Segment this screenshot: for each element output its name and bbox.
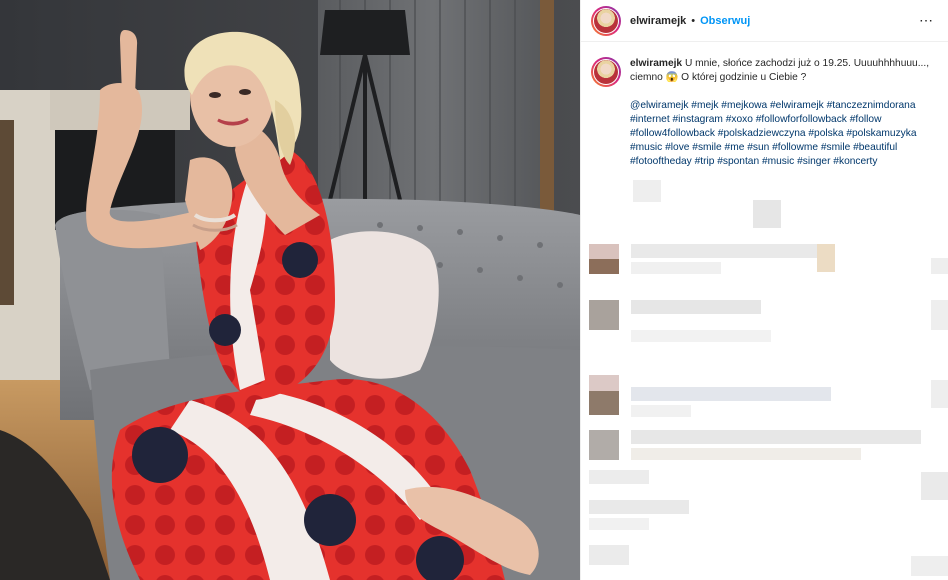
blurred-avatar	[589, 430, 619, 460]
caption-avatar-border	[593, 59, 619, 85]
header-username[interactable]: elwiramejk	[630, 15, 686, 27]
blurred-comment	[631, 262, 721, 274]
blurred-block	[931, 300, 948, 330]
blurred-comment	[589, 518, 649, 530]
blurred-block	[931, 258, 948, 274]
avatar[interactable]	[591, 5, 621, 36]
blurred-comment	[631, 244, 831, 258]
caption: elwiramejk U mnie, słońce zachodzi już o…	[581, 42, 948, 169]
blurred-avatar	[589, 244, 619, 274]
blurred-comment	[631, 448, 861, 460]
blurred-comment	[589, 470, 649, 484]
caption-hashtags[interactable]: @elwiramejk #mejk #mejkowa #elwiramejk #…	[630, 99, 930, 169]
more-options-icon[interactable]: ⋯	[915, 12, 938, 29]
blurred-block	[911, 556, 948, 576]
blurred-comment	[631, 405, 691, 417]
blurred-block	[753, 200, 781, 228]
blurred-comment	[631, 387, 831, 401]
post-photo[interactable]	[0, 0, 580, 580]
blurred-block	[921, 472, 948, 500]
blurred-avatar	[589, 375, 619, 415]
post-sidebar: elwiramejk • Obserwuj ⋯ elwiramejk U mni…	[580, 0, 948, 580]
follow-button[interactable]: Obserwuj	[700, 15, 750, 27]
blurred-comment	[589, 500, 689, 514]
blurred-block	[633, 180, 661, 202]
caption-avatar-image	[594, 60, 618, 84]
blurred-comment	[817, 244, 835, 272]
separator-dot: •	[691, 14, 696, 27]
caption-avatar[interactable]	[591, 57, 621, 87]
blurred-comment	[631, 330, 771, 342]
post-image	[0, 0, 580, 580]
blurred-avatar	[589, 300, 619, 330]
post-header: elwiramejk • Obserwuj ⋯	[581, 0, 948, 42]
blurred-comment	[589, 545, 629, 565]
avatar-border	[593, 7, 619, 34]
caption-username[interactable]: elwiramejk	[630, 58, 682, 69]
caption-body: elwiramejk U mnie, słońce zachodzi już o…	[630, 57, 930, 169]
blurred-comment	[631, 300, 761, 314]
blurred-comment	[631, 430, 921, 444]
blurred-block	[931, 380, 948, 408]
avatar-image	[594, 8, 618, 33]
